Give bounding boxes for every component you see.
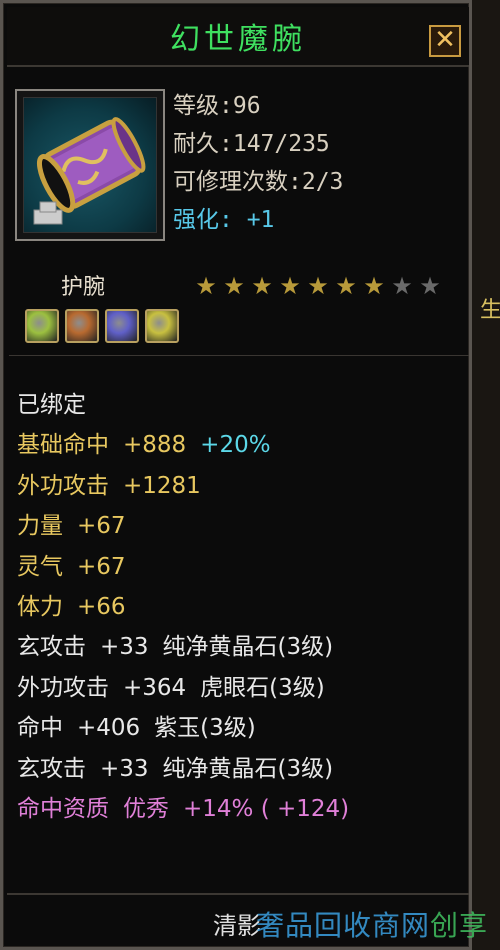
attribute-label: 玄攻击 (17, 634, 86, 661)
star-filled-icon: ★ (195, 272, 217, 300)
attribute-value: +1281 (123, 472, 201, 499)
attribute-label: 外功攻击 (17, 472, 109, 499)
star-filled-icon: ★ (307, 272, 329, 300)
attribute-value: +33 (100, 755, 149, 782)
attribute-gem: 纯净黄晶石(3级) (162, 634, 334, 661)
attribute-row: 体力 +66 (17, 587, 349, 627)
background-edge-text: 生 (480, 298, 500, 323)
attribute-label: 已绑定 (17, 392, 86, 418)
attribute-value: 优秀 (123, 795, 169, 822)
star-filled-icon: ★ (279, 272, 301, 300)
yellow-green-gem-icon[interactable] (145, 309, 179, 343)
attribute-value: +33 (100, 634, 149, 661)
yellow-green-gem-icon[interactable] (25, 309, 59, 343)
attribute-value: +66 (77, 593, 126, 620)
attribute-row: 外功攻击 +364 虎眼石(3级) (17, 668, 349, 708)
attribute-row: 灵气 +67 (17, 547, 349, 587)
attribute-value: +888 (123, 432, 187, 459)
watermark: 奢品回收商网创享 (256, 904, 488, 944)
attribute-label: 外功攻击 (17, 674, 109, 701)
attribute-label: 力量 (17, 513, 63, 540)
attribute-label: 玄攻击 (17, 755, 86, 782)
attribute-row: 已绑定 (17, 385, 349, 425)
star-filled-icon: ★ (251, 272, 273, 300)
attribute-gem: 紫玉(3级) (154, 715, 256, 742)
durability-stat: 耐久:147/235 (173, 131, 330, 157)
attribute-value: +67 (77, 513, 126, 540)
star-filled-icon: ★ (363, 272, 385, 300)
attribute-value: +406 (77, 715, 141, 742)
attribute-list: 已绑定基础命中 +888 +20% 外功攻击 +1281 力量 +67 灵气 +67 体力 +66 玄… (17, 385, 349, 829)
brown-gem-icon[interactable] (65, 309, 99, 343)
attribute-extra: +14% ( +124) (183, 795, 350, 822)
item-icon-frame (15, 89, 165, 241)
title-bar: 幻世魔腕 ✕ (7, 7, 469, 67)
star-empty-icon: ★ (391, 272, 413, 300)
attribute-label: 体力 (17, 593, 63, 620)
server-name: 清影 (213, 912, 261, 940)
attribute-extra: +20% (200, 432, 271, 459)
attribute-label: 命中 (17, 715, 63, 742)
purple-gem-icon[interactable] (105, 309, 139, 343)
attribute-row: 外功攻击 +1281 (17, 466, 349, 506)
attribute-value: +67 (77, 553, 126, 580)
divider (9, 355, 469, 356)
enhance-stat: 强化: +1 (173, 207, 275, 233)
attribute-gem: 纯净黄晶石(3级) (162, 755, 334, 782)
attribute-row: 玄攻击 +33 纯净黄晶石(3级) (17, 749, 349, 789)
item-stats: 等级:96 耐久:147/235 可修理次数:2/3 强化: +1 (173, 87, 343, 239)
attribute-row: 命中资质 优秀 +14% ( +124) (17, 789, 349, 829)
bracer-icon (23, 97, 157, 233)
level-stat: 等级:96 (173, 93, 261, 119)
attribute-row: 玄攻击 +33 纯净黄晶石(3级) (17, 627, 349, 667)
watermark-text: 奢品回收商网 (256, 909, 431, 942)
star-filled-icon: ★ (335, 272, 357, 300)
attribute-label: 基础命中 (17, 432, 109, 459)
repair-count-stat: 可修理次数:2/3 (173, 169, 344, 195)
watermark-tail: 创享 (430, 909, 489, 942)
item-tooltip-panel: 幻世魔腕 ✕ 等级:96 耐久:147/235 可修理次数:2/3 强化: +1 (0, 0, 472, 950)
star-empty-icon: ★ (419, 272, 441, 300)
attribute-row: 基础命中 +888 +20% (17, 425, 349, 465)
attribute-label: 命中资质 (17, 795, 109, 822)
attribute-value: +364 (123, 674, 187, 701)
attribute-gem: 虎眼石(3级) (200, 674, 325, 701)
item-title: 幻世魔腕 (170, 22, 306, 57)
star-rating: ★ ★ ★ ★ ★ ★ ★ ★ ★ (193, 273, 443, 299)
attribute-row: 力量 +67 (17, 506, 349, 546)
attribute-label: 灵气 (17, 553, 63, 580)
gem-slots (25, 309, 179, 343)
equipment-slot-label: 护腕 (61, 275, 106, 300)
attribute-row: 命中 +406 紫玉(3级) (17, 708, 349, 748)
close-button[interactable]: ✕ (429, 25, 461, 57)
star-filled-icon: ★ (223, 272, 245, 300)
